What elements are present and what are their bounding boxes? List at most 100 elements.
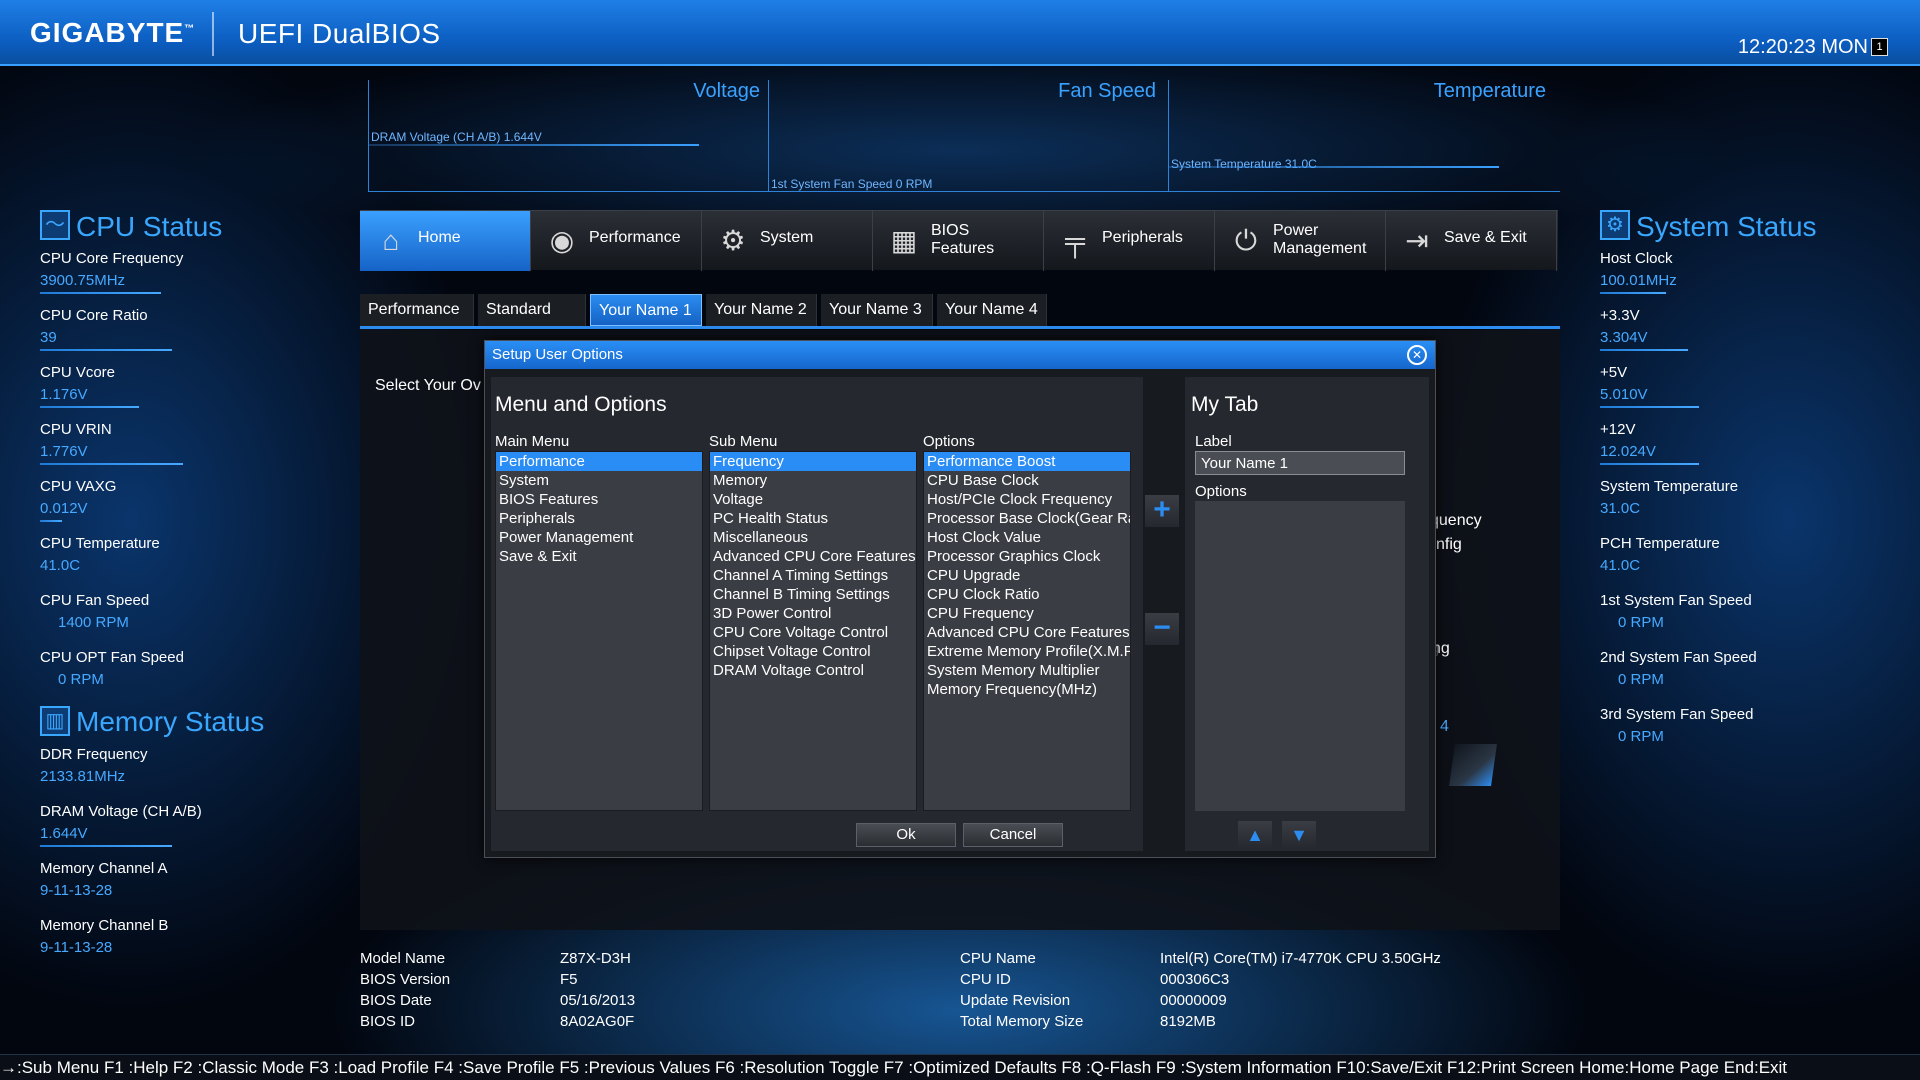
main-menu-item[interactable]: Power Management <box>496 528 702 547</box>
close-icon[interactable]: ✕ <box>1407 345 1427 365</box>
setup-user-options-dialog: Setup User Options ✕ Menu and Options Ma… <box>484 340 1436 858</box>
option-item[interactable]: Performance Boost <box>924 452 1130 471</box>
sub-menu-item[interactable]: Channel B Timing Settings <box>710 585 916 604</box>
status-value: 3900.75MHz <box>40 272 126 289</box>
status-label: +5V <box>1600 364 1628 381</box>
option-item[interactable]: Host/PCIe Clock Frequency <box>924 490 1130 509</box>
sub-menu-item[interactable]: CPU Core Voltage Control <box>710 623 916 642</box>
tab-home[interactable]: ⌂ Home <box>360 211 531 271</box>
status-level-bar <box>1600 349 1688 351</box>
main-menu-item[interactable]: Save & Exit <box>496 547 702 566</box>
option-item[interactable]: Memory Frequency(MHz) <box>924 680 1130 699</box>
dialog-titlebar: Setup User Options ✕ <box>485 341 1435 369</box>
option-item[interactable]: CPU Base Clock <box>924 471 1130 490</box>
remove-option-button[interactable]: − <box>1145 613 1179 645</box>
status-value: 0 RPM <box>1618 728 1664 745</box>
tab-peripherals[interactable]: ╤ Peripherals <box>1044 211 1215 271</box>
boot-fragment: 4 <box>1440 718 1449 735</box>
status-level-bar <box>40 845 172 847</box>
status-value: 0 RPM <box>58 671 104 688</box>
info-value: 00000009 <box>1160 992 1227 1009</box>
sub-tab-your-name-1[interactable]: Your Name 1 <box>590 294 702 326</box>
system-status-icon: ⚙ <box>1600 210 1630 240</box>
disk-icon <box>1449 744 1497 786</box>
power-icon: ⏻ <box>1234 225 1258 256</box>
option-item[interactable]: Host Clock Value <box>924 528 1130 547</box>
info-value: Z87X-D3H <box>560 950 631 967</box>
option-item[interactable]: CPU Upgrade <box>924 566 1130 585</box>
cancel-button[interactable]: Cancel <box>963 823 1063 847</box>
status-level-bar <box>40 520 62 522</box>
sub-tab-performance[interactable]: Performance <box>360 294 474 326</box>
status-label: CPU Vcore <box>40 364 116 381</box>
main-menu-item[interactable]: BIOS Features <box>496 490 702 509</box>
status-level-bar <box>40 349 172 351</box>
sub-menu-item[interactable]: Miscellaneous <box>710 528 916 547</box>
sub-menu-item[interactable]: Voltage <box>710 490 916 509</box>
sub-menu-item[interactable]: Memory <box>710 471 916 490</box>
status-value: 1.644V <box>40 825 88 842</box>
tab-bios-features[interactable]: ▦ BIOS Features <box>873 211 1044 271</box>
status-label: CPU OPT Fan Speed <box>40 649 184 666</box>
info-label: BIOS Date <box>360 992 432 1009</box>
chip-icon: ▦ <box>890 225 918 256</box>
status-label: PCH Temperature <box>1600 535 1720 552</box>
status-label: Memory Channel B <box>40 917 169 934</box>
sub-tab-your-name-2[interactable]: Your Name 2 <box>706 294 817 326</box>
status-value: 31.0C <box>1600 500 1641 517</box>
add-option-button[interactable]: + <box>1145 495 1179 527</box>
my-tab-options-list[interactable] <box>1195 501 1405 811</box>
shortcut-fragment: quency <box>1430 512 1482 529</box>
ok-button[interactable]: Ok <box>856 823 956 847</box>
option-item[interactable]: Processor Base Clock(Gear Ratio) <box>924 509 1130 528</box>
main-menu-item[interactable]: Performance <box>496 452 702 471</box>
info-label: Model Name <box>360 950 446 967</box>
info-label: CPU Name <box>960 950 1036 967</box>
main-menu-item[interactable]: Peripherals <box>496 509 702 528</box>
sub-tab-your-name-4[interactable]: Your Name 4 <box>937 294 1047 326</box>
tab-performance[interactable]: ◉ Performance <box>531 211 702 271</box>
sub-menu-item[interactable]: DRAM Voltage Control <box>710 661 916 680</box>
sub-menu-item[interactable]: PC Health Status <box>710 509 916 528</box>
tab-save-exit[interactable]: ⇥ Save & Exit <box>1386 211 1557 271</box>
option-item[interactable]: CPU Clock Ratio <box>924 585 1130 604</box>
sub-menu-item[interactable]: Frequency <box>710 452 916 471</box>
fan-speed-monitor-reading: 1st System Fan Speed 0 RPM <box>771 177 933 191</box>
option-item[interactable]: CPU Frequency <box>924 604 1130 623</box>
sub-menu-item[interactable]: 3D Power Control <box>710 604 916 623</box>
hotkey-legend: →:Sub Menu F1 :Help F2 :Classic Mode F3 … <box>0 1058 1788 1077</box>
status-level-bar <box>40 463 183 465</box>
status-label: DRAM Voltage (CH A/B) <box>40 803 202 820</box>
option-item[interactable]: Processor Graphics Clock <box>924 547 1130 566</box>
connector-icon: ╤ <box>1065 225 1085 256</box>
status-value: 5.010V <box>1600 386 1648 403</box>
memory-status-title: Memory Status <box>76 706 265 737</box>
tab-label-input[interactable] <box>1195 451 1405 475</box>
gear-icon: ⚙ <box>720 225 746 256</box>
sub-menu-item[interactable]: Channel A Timing Settings <box>710 566 916 585</box>
option-item[interactable]: System Memory Multiplier <box>924 661 1130 680</box>
sub-menu-item[interactable]: Chipset Voltage Control <box>710 642 916 661</box>
sub-tab-standard[interactable]: Standard <box>478 294 586 326</box>
move-up-button[interactable]: ▲ <box>1238 821 1272 849</box>
voltage-monitor-title: Voltage <box>693 80 760 102</box>
tab-label: Power Management <box>1273 222 1367 257</box>
info-value: 8A02AG0F <box>560 1013 635 1030</box>
gauge-icon: ◉ <box>549 225 575 256</box>
option-item[interactable]: Extreme Memory Profile(X.M.P.) <box>924 642 1130 661</box>
sub-menu-item[interactable]: Advanced CPU Core Features <box>710 547 916 566</box>
main-menu-item[interactable]: System <box>496 471 702 490</box>
temperature-monitor-line <box>1169 166 1499 168</box>
tab-system[interactable]: ⚙ System <box>702 211 873 271</box>
option-item[interactable]: Advanced CPU Core Features <box>924 623 1130 642</box>
voltage-monitor: Voltage DRAM Voltage (CH A/B) 1.644V <box>368 80 774 192</box>
sub-tab-your-name-3[interactable]: Your Name 3 <box>821 294 933 326</box>
info-label: Update Revision <box>960 992 1071 1009</box>
info-value: 8192MB <box>1160 1013 1216 1030</box>
move-down-button[interactable]: ▼ <box>1282 821 1316 849</box>
tab-power-management[interactable]: ⏻ Power Management <box>1215 211 1386 271</box>
cpu-status-icon: 〜 <box>40 210 70 240</box>
info-label: Total Memory Size <box>960 1013 1084 1030</box>
status-value: 0.012V <box>40 500 88 517</box>
label-header: Label <box>1195 433 1232 450</box>
